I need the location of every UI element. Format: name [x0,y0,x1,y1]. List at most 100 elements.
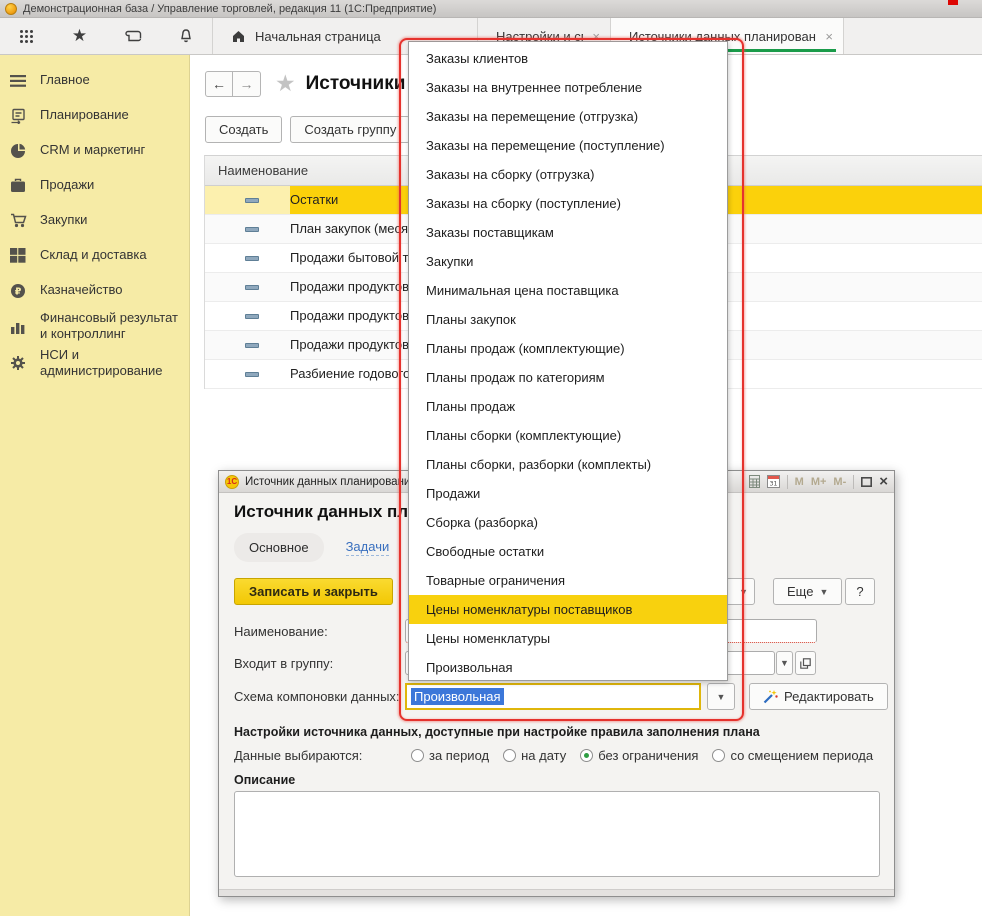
svg-text:₽: ₽ [15,286,22,297]
dash-icon [245,285,259,290]
menu-icon [9,75,27,87]
sidebar-item-warehouse[interactable]: Склад и доставка [0,238,189,273]
sidebar-item-purchases[interactable]: Закупки [0,203,189,238]
dropdown-option[interactable]: Планы продаж [409,392,727,421]
service-menu-icon[interactable] [0,18,53,54]
sidebar-item-treasury[interactable]: ₽ Казначейство [0,273,189,308]
cart-icon [9,213,27,228]
sidebar-item-label: Главное [40,72,90,88]
app-logo-icon [5,3,17,15]
edit-schema-button[interactable]: Редактировать [749,683,888,710]
dropdown-option[interactable]: Цены номенклатуры [409,624,727,653]
pallet-icon [9,248,27,263]
pie-chart-icon [9,143,27,159]
memory-m-button[interactable]: M [795,476,804,488]
dropdown-option[interactable]: Продажи [409,479,727,508]
bar-chart-icon [9,319,27,334]
dropdown-option[interactable]: Заказы клиентов [409,44,727,73]
group-open-button[interactable] [795,651,816,675]
more-button[interactable]: Еще▼ [773,578,842,605]
favorite-star-icon[interactable]: ★ [275,70,296,97]
dropdown-option[interactable]: Закупки [409,247,727,276]
save-and-close-button[interactable]: Записать и закрыть [234,578,393,605]
sidebar-item-label: CRM и маркетинг [40,142,145,158]
dropdown-option[interactable]: Сборка (разборка) [409,508,727,537]
maximize-icon[interactable] [861,477,872,487]
dropdown-option[interactable]: Планы сборки (комплектующие) [409,421,727,450]
dialog-tabs: Основное Задачи Мои [234,533,437,562]
dialog-action-row: Записать и закрыть [234,578,393,605]
radio-icon [411,749,424,762]
dropdown-option[interactable]: Заказы на сборку (отгрузка) [409,160,727,189]
svg-text:31: 31 [769,481,777,488]
memory-m-minus-button[interactable]: M- [833,476,846,488]
dropdown-option[interactable]: Заказы на внутреннее потребление [409,73,727,102]
tab-close-icon[interactable]: × [825,30,833,43]
dash-icon [245,256,259,261]
sidebar-item-label: Казначейство [40,282,122,298]
1c-logo-icon: 1С [225,475,239,489]
back-button[interactable]: ← [205,71,233,97]
sidebar-item-planning[interactable]: Планирование [0,98,189,133]
chevron-down-icon: ▼ [819,587,828,597]
tab-main[interactable]: Основное [234,533,324,562]
schema-dropdown-button[interactable]: ▼ [707,683,735,710]
dropdown-option[interactable]: Заказы поставщикам [409,218,727,247]
dropdown-option[interactable]: Планы закупок [409,305,727,334]
sidebar-item-label: НСИ и администрирование [40,347,183,380]
dropdown-option[interactable]: Заказы на сборку (поступление) [409,189,727,218]
dropdown-option[interactable]: Заказы на перемещение (поступление) [409,131,727,160]
settings-section-header: Настройки источника данных, доступные пр… [234,725,760,739]
home-icon [231,29,246,43]
dropdown-option[interactable]: Заказы на перемещение (отгрузка) [409,102,727,131]
ruble-icon: ₽ [9,283,27,299]
create-group-button[interactable]: Создать группу [290,116,410,143]
calendar-icon[interactable]: 31 [767,475,780,488]
description-textarea[interactable] [234,791,880,877]
quick-toolbar: ★ [0,18,213,54]
sidebar-item-label: Продажи [40,177,94,193]
dropdown-option[interactable]: Минимальная цена поставщика [409,276,727,305]
window-title: Демонстрационная база / Управление торго… [23,3,436,15]
help-button[interactable]: ? [845,578,875,605]
notifications-bell-icon[interactable] [159,18,212,54]
group-field-label: Входит в группу: [234,656,333,671]
radio-na-datu[interactable]: на дату [503,748,566,763]
radio-za-period[interactable]: за период [411,748,489,763]
close-icon[interactable]: × [879,474,888,489]
group-dropdown-button[interactable]: ▼ [776,651,793,675]
dash-icon [245,227,259,232]
description-label: Описание [234,773,295,787]
sidebar-item-fin-result[interactable]: Финансовый результат и контроллинг [0,308,189,345]
sidebar-item-label: Склад и доставка [40,247,147,263]
favorites-star-icon[interactable]: ★ [53,18,106,54]
create-button[interactable]: Создать [205,116,282,143]
radio-bez-ogranicheniya[interactable]: без ограничения [580,748,698,763]
dropdown-option[interactable]: Произвольная [409,653,727,682]
history-scroll-icon[interactable] [106,18,159,54]
briefcase-icon [9,178,27,193]
dropdown-option[interactable]: Планы продаж (комплектующие) [409,334,727,363]
schema-combo-input[interactable]: Произвольная [405,683,701,710]
sidebar-item-sales[interactable]: Продажи [0,168,189,203]
dash-icon [245,198,259,203]
dropdown-option-highlighted[interactable]: Цены номенклатуры поставщиков [409,595,727,624]
dropdown-option[interactable]: Планы продаж по категориям [409,363,727,392]
memory-m-plus-button[interactable]: M+ [811,476,827,488]
sidebar-item-main[interactable]: Главное [0,63,189,98]
radio-so-smescheniem[interactable]: со смещением периода [712,748,873,763]
sidebar-item-nsi-admin[interactable]: НСИ и администрирование [0,345,189,382]
radio-selected-icon [580,749,593,762]
dropdown-option[interactable]: Свободные остатки [409,537,727,566]
dropdown-option[interactable]: Планы сборки, разборки (комплекты) [409,450,727,479]
dropdown-option[interactable]: Товарные ограничения [409,566,727,595]
calculator-icon[interactable] [749,475,760,488]
schema-selected-text: Произвольная [411,688,504,705]
forward-button[interactable]: → [233,71,261,97]
chevron-down-icon: ▼ [780,658,789,668]
tab-tasks[interactable]: Задачи [346,539,390,556]
sidebar-item-crm[interactable]: CRM и маркетинг [0,133,189,168]
dash-icon [245,314,259,319]
planning-icon [9,108,27,124]
dialog-titlebar-buttons: 31 M M+ M- × [749,474,888,489]
